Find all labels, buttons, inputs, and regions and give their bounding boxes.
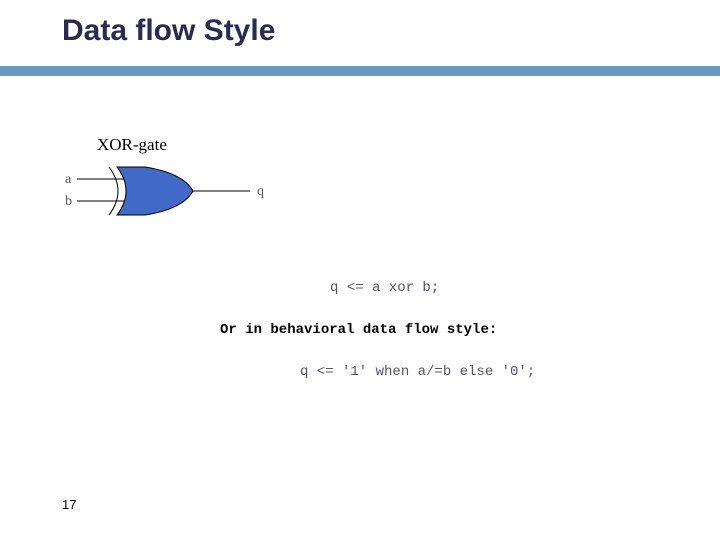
xor-gate-figure: XOR-gate a b q xyxy=(65,135,305,245)
xor-gate-icon: a b q xyxy=(65,161,285,231)
input-b-label: b xyxy=(65,194,72,209)
page-number: 17 xyxy=(62,497,76,512)
code-dataflow: q <= a xor b; xyxy=(330,280,439,296)
slide: Data flow Style XOR-gate a b q q <= a xo… xyxy=(0,0,720,540)
code-behavioral: q <= '1' when a/=b else '0'; xyxy=(300,364,535,380)
input-a-label: a xyxy=(65,172,72,187)
slide-title: Data flow Style xyxy=(62,14,275,48)
output-q-label: q xyxy=(257,184,264,199)
horizontal-rule xyxy=(0,66,720,76)
code-caption: Or in behavioral data flow style: xyxy=(220,322,497,338)
gate-name-label: XOR-gate xyxy=(97,135,305,155)
